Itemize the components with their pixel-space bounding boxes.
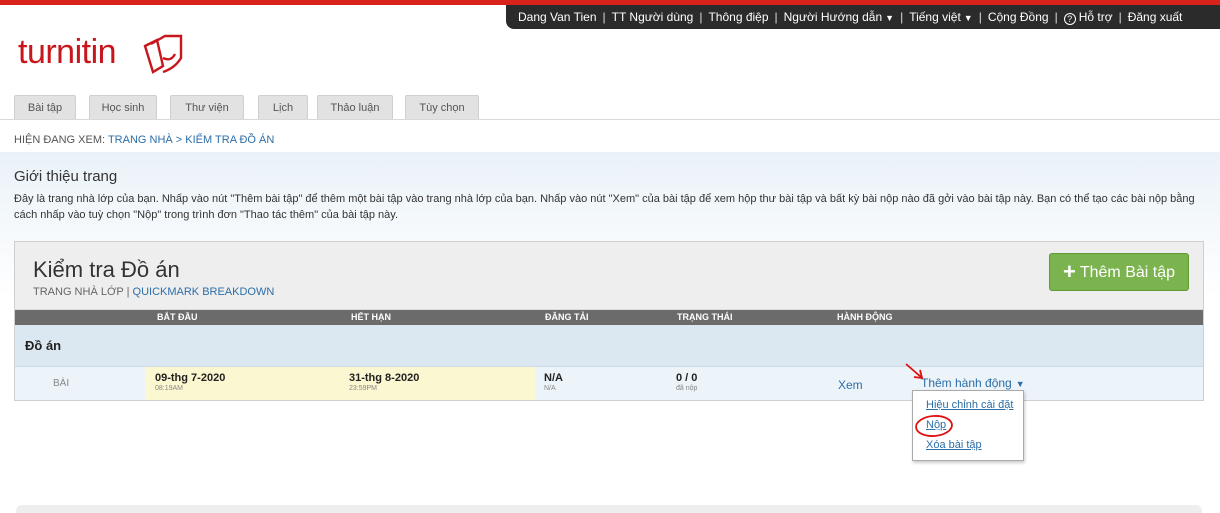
turnitin-logo-mark-icon — [143, 34, 183, 74]
nav-user-info[interactable]: TT Người dùng — [612, 10, 694, 24]
status-value: 0 / 0 — [676, 372, 698, 384]
course-subnav: TRANG NHÀ LỚP | QUICKMARK BREAKDOWN — [33, 286, 275, 298]
footer-panel — [16, 505, 1202, 513]
annotation-arrow-icon — [905, 363, 924, 380]
tab-students[interactable]: Học sinh — [89, 95, 157, 119]
start-date: 09-thg 7-2020 — [155, 372, 226, 384]
column-headers: BẮT ĐẦU HẾT HẠN ĐĂNG TẢI TRẠNG THÁI HÀNH… — [15, 310, 1203, 325]
nav-role-menu[interactable]: Người Hướng dẫn ▼ — [784, 10, 894, 24]
nav-language-menu[interactable]: Tiếng việt ▼ — [909, 10, 973, 24]
section-row: Đồ án — [15, 325, 1203, 367]
nav-help[interactable]: ? Hỗ trợ — [1063, 10, 1113, 25]
view-button[interactable]: Xem — [838, 378, 863, 392]
nav-logout[interactable]: Đăng xuất — [1128, 10, 1183, 24]
plus-icon: + — [1062, 259, 1076, 284]
col-start: BẮT ĐẦU — [157, 312, 198, 322]
nav-messages[interactable]: Thông điệp — [708, 10, 768, 24]
help-icon: ? — [1063, 13, 1076, 25]
annotation-circle-icon — [915, 415, 953, 437]
intro-title: Giới thiệu trang — [14, 168, 118, 185]
post-sub: N/A — [544, 385, 556, 392]
class-panel: Kiểm tra Đồ án TRANG NHÀ LỚP | QUICKMARK… — [14, 241, 1204, 401]
nav-community[interactable]: Cộng Đồng — [988, 10, 1049, 24]
nav-user[interactable]: Dang Van Tien — [518, 10, 597, 24]
chevron-down-icon: ▼ — [1015, 379, 1025, 389]
add-assignment-button[interactable]: + Thêm Bài tập — [1049, 253, 1189, 291]
breadcrumb: HIỆN ĐANG XEM: TRANG NHÀ > KIỂM TRA ĐỒ Á… — [14, 134, 275, 146]
course-title: Kiểm tra Đồ án — [33, 257, 180, 282]
col-due: HẾT HẠN — [351, 312, 391, 322]
start-time: 08:19AM — [155, 385, 184, 392]
tab-discussion[interactable]: Thảo luận — [317, 95, 393, 119]
quickmark-breakdown-link[interactable]: QUICKMARK BREAKDOWN — [133, 286, 275, 298]
intro-text: Đây là trang nhà lớp của bạn. Nhấp vào n… — [14, 193, 1195, 221]
dates-cell: 09-thg 7-2020 08:19AM 31-thg 8-2020 23:5… — [145, 367, 535, 400]
post-value: N/A — [544, 372, 563, 384]
col-post: ĐĂNG TẢI — [545, 312, 589, 322]
section-label: Đồ án — [25, 338, 62, 353]
top-nav: Dang Van Tien | TT Người dùng | Thông điệp | N… — [506, 5, 1220, 29]
assignment-type: BÀI — [53, 378, 70, 389]
breadcrumb-current[interactable]: KIỂM TRA ĐỒ ÁN — [185, 134, 274, 146]
tab-assignments[interactable]: Bài tập — [14, 95, 76, 119]
turnitin-logo[interactable]: turnitin — [18, 33, 117, 72]
more-actions-menu[interactable]: Thêm hành động ▼ — [921, 376, 1025, 390]
chevron-down-icon: ▼ — [885, 13, 895, 23]
breadcrumb-separator: > — [175, 134, 183, 146]
tab-library[interactable]: Thư viện — [170, 95, 244, 119]
delete-assignment-item[interactable]: Xóa bài tập — [926, 439, 982, 451]
tab-calendar[interactable]: Lịch — [258, 95, 308, 119]
breadcrumb-home-link[interactable]: TRANG NHÀ — [108, 134, 173, 146]
class-panel-header: Kiểm tra Đồ án TRANG NHÀ LỚP | QUICKMARK… — [15, 242, 1203, 310]
edit-settings-item[interactable]: Hiệu chỉnh cài đặt — [926, 399, 1013, 411]
assignment-row: BÀI 09-thg 7-2020 08:19AM 31-thg 8-2020 … — [15, 367, 1203, 400]
tab-preferences[interactable]: Tùy chọn — [405, 95, 479, 119]
chevron-down-icon: ▼ — [963, 13, 973, 23]
due-time: 23:59PM — [349, 385, 378, 392]
status-sub: đã nộp — [676, 385, 698, 392]
col-status: TRẠNG THÁI — [677, 312, 733, 322]
due-date: 31-thg 8-2020 — [349, 372, 420, 384]
col-actions: HÀNH ĐỘNG — [837, 312, 893, 322]
